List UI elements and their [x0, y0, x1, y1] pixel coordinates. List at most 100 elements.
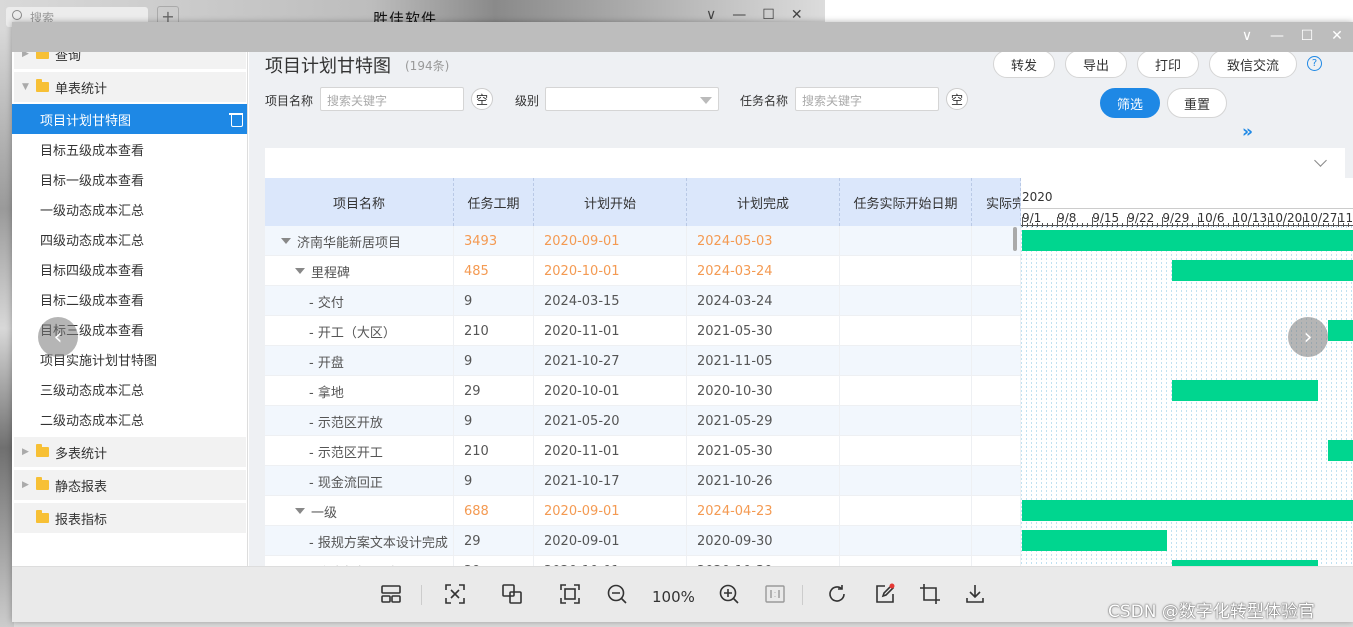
- gantt-bar[interactable]: [1327, 320, 1353, 341]
- task-table: 项目名称 任务工期 计划开始 计划完成 任务实际开始日期 实际完 济南华能新居项…: [265, 178, 1021, 566]
- crop-icon[interactable]: [917, 581, 943, 607]
- gantt-scroll-handle[interactable]: [1013, 227, 1017, 251]
- column-header[interactable]: 项目名称: [265, 178, 454, 226]
- gantt-bar[interactable]: [1327, 440, 1353, 461]
- help-icon[interactable]: ?: [1307, 56, 1322, 71]
- column-header[interactable]: 任务工期: [454, 178, 534, 226]
- next-image-button[interactable]: ›: [1288, 317, 1328, 357]
- table-row[interactable]: - 开工（大区） 210 2020-11-01 2021-05-30: [265, 316, 1021, 346]
- table-row[interactable]: - 开盘 9 2021-10-27 2021-11-05: [265, 346, 1021, 376]
- message-button[interactable]: 致信交流: [1209, 52, 1297, 78]
- more-filters-icon[interactable]: »: [1242, 122, 1253, 142]
- desktop-background-right: [825, 0, 1353, 22]
- table-row[interactable]: 一级 688 2020-09-01 2024-04-23: [265, 496, 1021, 526]
- table-cell: 2021-05-20: [534, 406, 687, 436]
- gantt-bar[interactable]: [1172, 380, 1318, 401]
- filter-button[interactable]: 筛选: [1100, 88, 1160, 118]
- zoom-out-icon[interactable]: [604, 581, 630, 607]
- close-icon[interactable]: ✕: [1329, 28, 1345, 44]
- gantt-bar[interactable]: [1022, 500, 1353, 521]
- table-row[interactable]: 济南华能新居项目 3493 2020-09-01 2024-05-03: [265, 226, 1021, 256]
- gantt-bar[interactable]: [1172, 260, 1353, 281]
- actual-size-icon[interactable]: [762, 581, 788, 607]
- sidebar-group-multi-table[interactable]: ▶ 多表统计: [14, 437, 246, 467]
- sidebar-group-single-table[interactable]: ▼ 单表统计: [14, 72, 246, 102]
- gantt-bar[interactable]: [1022, 230, 1353, 251]
- sidebar-group-indicator[interactable]: 报表指标: [14, 503, 246, 533]
- thumbnails-icon[interactable]: [378, 581, 404, 607]
- minimize-icon[interactable]: —: [1269, 28, 1285, 44]
- forward-button[interactable]: 转发: [993, 52, 1055, 78]
- rotate-icon[interactable]: [824, 581, 850, 607]
- export-button[interactable]: 导出: [1065, 52, 1127, 78]
- fit-screen-icon[interactable]: [442, 581, 468, 607]
- table-row[interactable]: - 报规方案文本设计完成 29 2020-09-01 2020-09-30: [265, 526, 1021, 556]
- previous-image-button[interactable]: ‹: [38, 317, 78, 357]
- sidebar-item[interactable]: 四级动态成本汇总: [12, 224, 247, 254]
- table-row[interactable]: - 示范区开工 210 2020-11-01 2021-05-30: [265, 436, 1021, 466]
- desktop-minimize-icon[interactable]: —: [732, 7, 746, 23]
- trash-icon[interactable]: [229, 112, 243, 127]
- task-name-cell: - 拿地: [265, 376, 454, 406]
- table-row[interactable]: - 交付 9 2024-03-15 2024-03-24: [265, 286, 1021, 316]
- collapse-bar[interactable]: [265, 148, 1345, 178]
- table-cell: 29: [454, 526, 534, 556]
- sidebar-item[interactable]: 三级动态成本汇总: [12, 374, 247, 404]
- expand-toggle-icon[interactable]: [295, 268, 305, 274]
- table-row[interactable]: - 示范区开放 9 2021-05-20 2021-05-29: [265, 406, 1021, 436]
- sidebar-group-query[interactable]: ▶ 查询: [14, 52, 246, 69]
- column-header[interactable]: 实际完: [972, 178, 1021, 226]
- column-header[interactable]: 计划开始: [534, 178, 687, 226]
- task-clear-button[interactable]: 空: [946, 88, 968, 110]
- column-header[interactable]: 任务实际开始日期: [840, 178, 972, 226]
- maximize-icon[interactable]: ☐: [1299, 28, 1315, 44]
- sidebar-item[interactable]: 目标四级成本查看: [12, 254, 247, 284]
- task-name-input[interactable]: 搜索关键字: [795, 87, 939, 111]
- table-cell: 2024-03-15: [534, 286, 687, 316]
- print-button[interactable]: 打印: [1137, 52, 1199, 78]
- task-name-cell: - 示范区开工: [265, 436, 454, 466]
- expand-toggle-icon[interactable]: [281, 238, 291, 244]
- sidebar-group-static-report[interactable]: ▶ 静态报表: [14, 470, 246, 500]
- table-cell: [840, 286, 972, 316]
- table-row[interactable]: - 拿地 29 2020-10-01 2020-10-30: [265, 376, 1021, 406]
- sidebar-item[interactable]: 二级动态成本汇总: [12, 404, 247, 434]
- edit-icon[interactable]: [872, 581, 898, 607]
- table-cell: 2020-09-01: [534, 526, 687, 556]
- sidebar-item-label: 目标一级成本查看: [40, 173, 145, 189]
- sidebar-item[interactable]: 目标五级成本查看: [12, 134, 247, 164]
- table-cell: 2021-10-17: [534, 466, 687, 496]
- desktop-close-icon[interactable]: ✕: [791, 7, 803, 23]
- column-header[interactable]: 计划完成: [687, 178, 840, 226]
- table-cell: 2020-10-30: [687, 556, 840, 566]
- table-row[interactable]: - 方案报批通过292020-10-012020-10-30: [265, 556, 1021, 566]
- sidebar-item-label: 目标五级成本查看: [40, 143, 145, 159]
- reset-button[interactable]: 重置: [1167, 88, 1227, 118]
- zoom-in-icon[interactable]: [716, 581, 742, 607]
- table-cell: [972, 376, 1021, 406]
- project-clear-button[interactable]: 空: [471, 88, 493, 110]
- chevron-down-icon[interactable]: [1314, 154, 1327, 167]
- sidebar-group-label: 查询: [55, 52, 82, 64]
- sidebar-item-label: 目标二级成本查看: [40, 293, 145, 309]
- table-row[interactable]: 里程碑 485 2020-10-01 2024-03-24: [265, 256, 1021, 286]
- table-row[interactable]: - 现金流回正 9 2021-10-17 2021-10-26: [265, 466, 1021, 496]
- table-cell: 485: [454, 256, 534, 286]
- level-select[interactable]: [545, 87, 719, 111]
- sidebar-item[interactable]: 一级动态成本汇总: [12, 194, 247, 224]
- download-icon[interactable]: [962, 581, 988, 607]
- translate-icon[interactable]: [499, 581, 525, 607]
- desktop-dropdown-icon[interactable]: ∨: [706, 7, 716, 23]
- watermark-text: CSDN @数字化转型体验官: [1108, 602, 1315, 622]
- task-name-text: - 开盘: [309, 355, 344, 371]
- sidebar-item-gantt[interactable]: 项目计划甘特图: [12, 104, 247, 134]
- chevron-down-icon[interactable]: ∨: [1239, 28, 1255, 44]
- desktop-window-controls: ∨ — ☐ ✕: [706, 7, 803, 23]
- sidebar-item[interactable]: 目标一级成本查看: [12, 164, 247, 194]
- desktop-maximize-icon[interactable]: ☐: [762, 7, 775, 23]
- gantt-bar[interactable]: [1022, 530, 1168, 551]
- sidebar-item[interactable]: 目标二级成本查看: [12, 284, 247, 314]
- fullscreen-icon[interactable]: [557, 581, 583, 607]
- expand-toggle-icon[interactable]: [295, 508, 305, 514]
- project-name-input[interactable]: 搜索关键字: [320, 87, 464, 111]
